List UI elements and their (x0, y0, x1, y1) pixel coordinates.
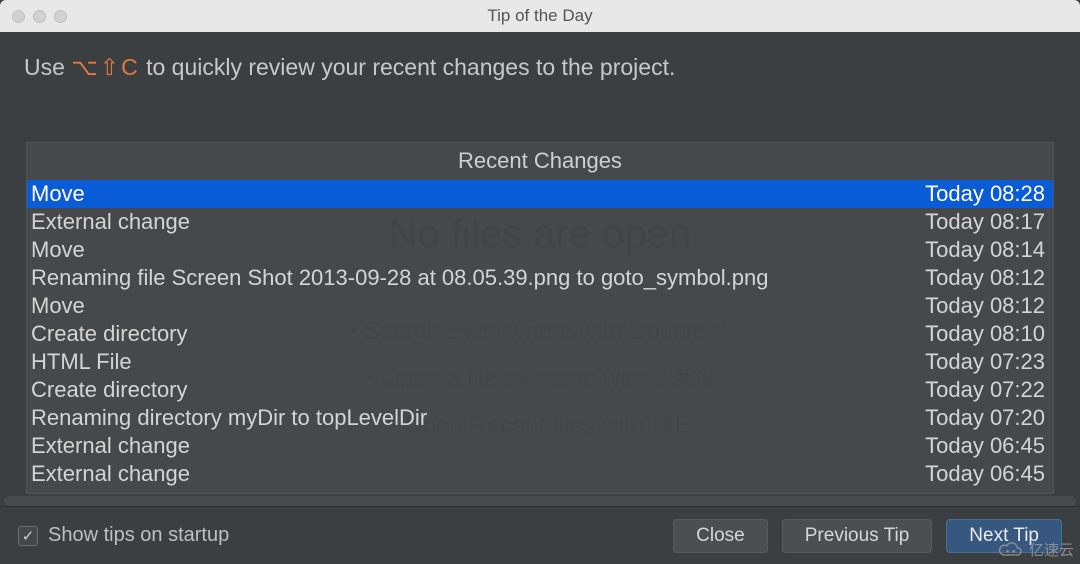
window-title: Tip of the Day (0, 6, 1080, 26)
recent-change-row[interactable]: Renaming file Screen Shot 2013-09-28 at … (27, 264, 1053, 292)
row-time: Today 08:10 (913, 321, 1045, 347)
recent-change-row[interactable]: Renaming directory myDir to topLevelDir T… (27, 404, 1053, 432)
row-label: Create directory (31, 321, 188, 347)
recent-change-row[interactable]: HTML File Today 07:23 (27, 348, 1053, 376)
recent-change-row[interactable]: Create directory Today 07:22 (27, 376, 1053, 404)
row-label: HTML File (31, 349, 132, 375)
close-button[interactable]: Close (673, 519, 768, 553)
recent-changes-popup[interactable]: Recent Changes MoveToday 08:28External c… (26, 142, 1054, 494)
row-label: External change (31, 209, 190, 235)
row-label: External change (31, 433, 190, 459)
row-time: Today 08:12 (913, 293, 1045, 319)
dialog-content: Use ⌥⇧C to quickly review your recent ch… (0, 32, 1080, 506)
tip-suffix: to quickly review your recent changes to… (140, 54, 676, 80)
recent-changes-list[interactable]: Move Today 08:28 External change Today 08:1… (27, 180, 1053, 493)
keyboard-shortcut: ⌥⇧C (71, 54, 139, 80)
tip-prefix: Use (24, 54, 71, 80)
close-window-icon[interactable] (12, 10, 25, 23)
row-label: Create directory (31, 377, 188, 403)
recent-change-row[interactable]: External change Today 06:45 (27, 460, 1053, 488)
row-time: Today 06:45 (913, 433, 1045, 459)
row-time: Today 07:22 (913, 377, 1045, 403)
traffic-lights (12, 10, 67, 23)
tip-text: Use ⌥⇧C to quickly review your recent ch… (0, 32, 1080, 97)
row-label: Move (31, 293, 85, 319)
next-tip-button[interactable]: Next Tip (946, 519, 1062, 553)
recent-change-row[interactable]: Move Today 08:14 (27, 236, 1053, 264)
row-time: Today 06:45 (913, 489, 1045, 493)
show-tips-checkbox[interactable]: ✓ Show tips on startup (18, 524, 229, 547)
horizontal-scrollbar[interactable] (4, 496, 1076, 506)
row-time: Today 08:14 (913, 237, 1045, 263)
row-time: Today 07:20 (913, 405, 1045, 431)
window-titlebar: Tip of the Day (0, 0, 1080, 32)
previous-tip-button[interactable]: Previous Tip (782, 519, 933, 553)
row-time: Today 08:17 (913, 209, 1045, 235)
row-time: Today 07:23 (913, 349, 1045, 375)
row-time: Today 08:28 (913, 181, 1045, 207)
recent-change-row[interactable]: External change Today 06:45 (27, 488, 1053, 493)
checkbox-box[interactable]: ✓ (18, 526, 38, 546)
recent-change-row[interactable]: External change Today 06:45 (27, 432, 1053, 460)
row-label: Renaming directory myDir to topLevelDir (31, 405, 427, 431)
row-time: Today 08:12 (913, 265, 1045, 291)
dialog-footer: ✓ Show tips on startup Close Previous Ti… (0, 506, 1080, 564)
row-label: External change (31, 489, 190, 493)
checkmark-icon: ✓ (22, 527, 35, 545)
row-label: Move (31, 181, 85, 207)
recent-change-row[interactable]: Create directory Today 08:10 (27, 320, 1053, 348)
row-label: Renaming file Screen Shot 2013-09-28 at … (31, 265, 769, 291)
checkbox-label: Show tips on startup (48, 524, 229, 547)
popup-title: Recent Changes (27, 143, 1053, 180)
row-label: Move (31, 237, 85, 263)
row-label: External change (31, 461, 190, 487)
zoom-window-icon[interactable] (54, 10, 67, 23)
row-time: Today 06:45 (913, 461, 1045, 487)
minimize-window-icon[interactable] (33, 10, 46, 23)
recent-change-row[interactable]: External change Today 08:17 (27, 208, 1053, 236)
recent-change-row[interactable]: Move Today 08:28 (27, 180, 1053, 208)
recent-change-row[interactable]: Move Today 08:12 (27, 292, 1053, 320)
